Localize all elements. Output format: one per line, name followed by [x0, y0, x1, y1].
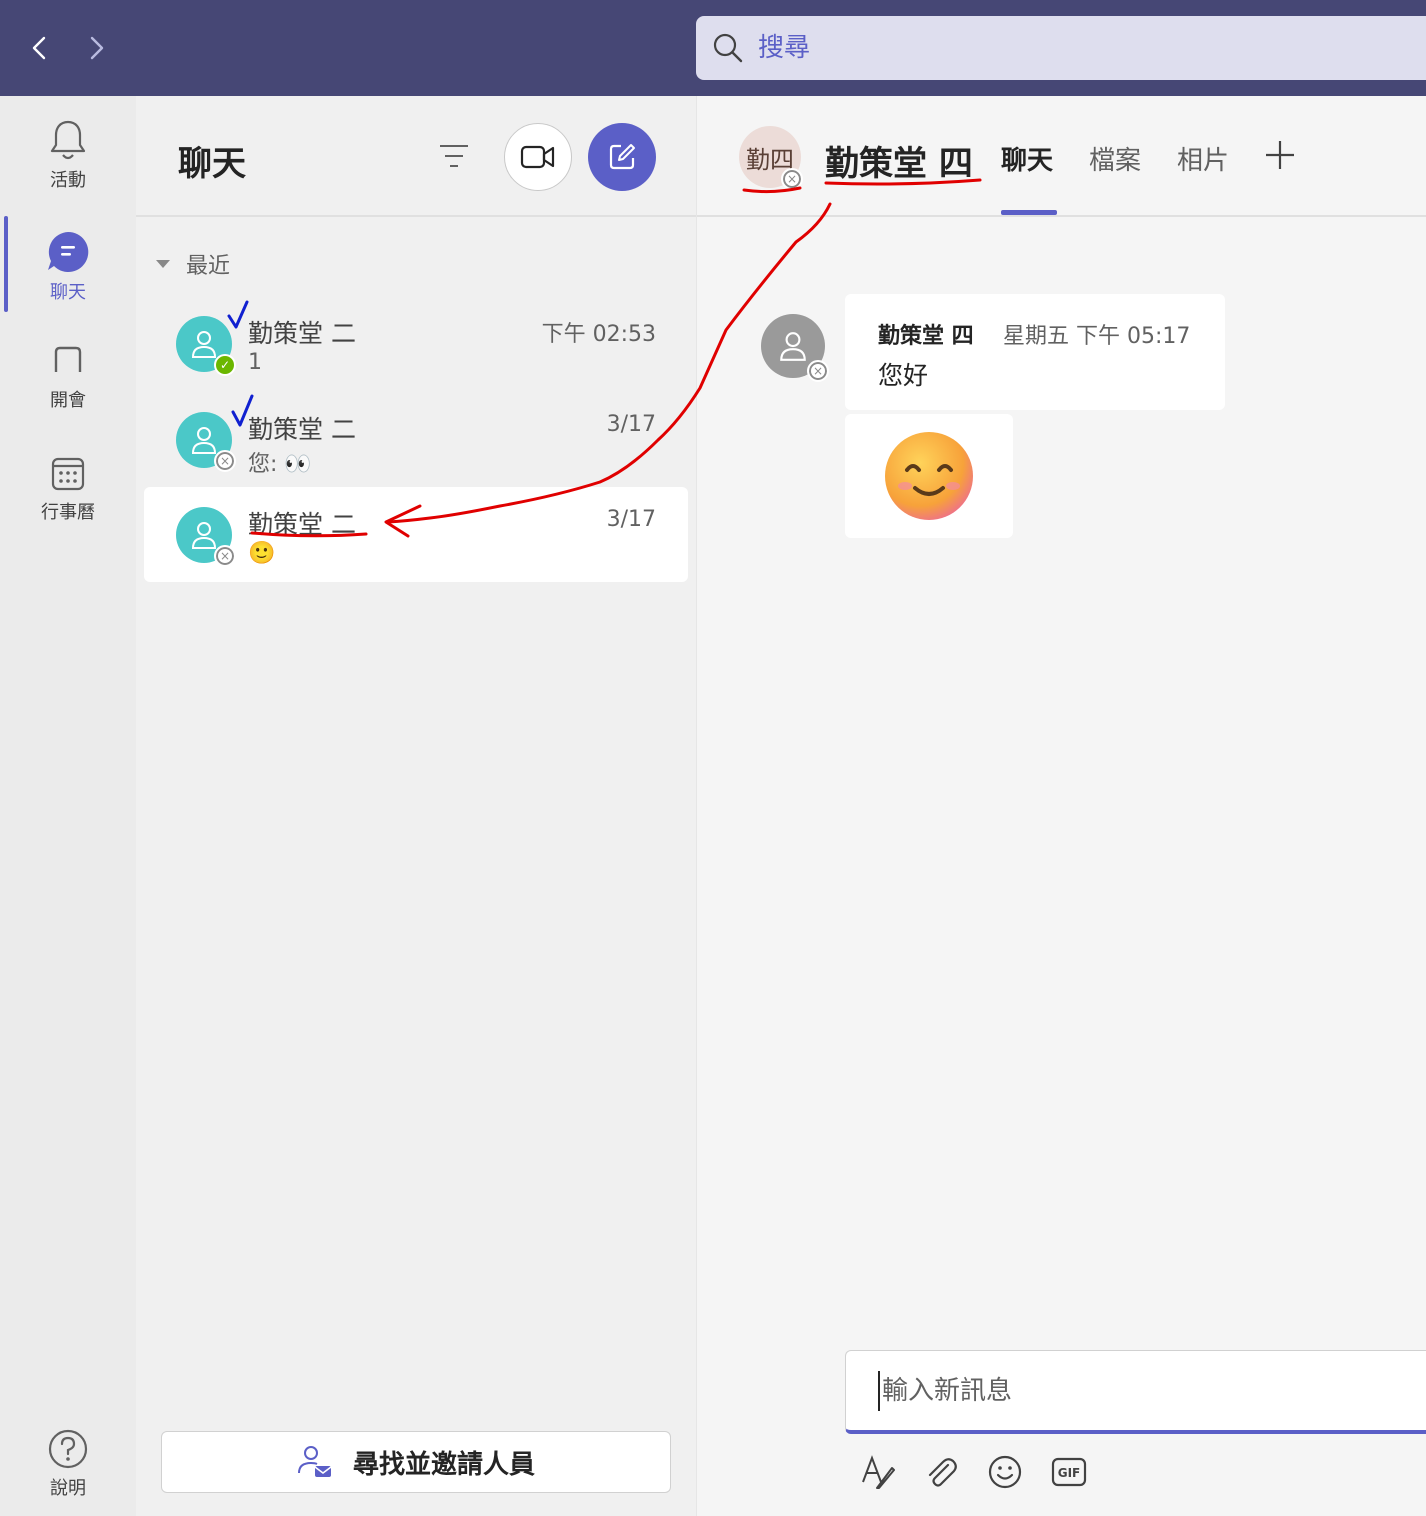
chat-time: 下午 02:53: [541, 322, 656, 347]
invite-people-button[interactable]: 尋找並邀請人員: [161, 1431, 671, 1493]
status-offline-icon: ×: [781, 168, 803, 190]
emoji-button[interactable]: [985, 1452, 1025, 1492]
svg-text:GIF: GIF: [1058, 1466, 1081, 1480]
paperclip-icon: [928, 1458, 957, 1487]
meet-now-button[interactable]: [504, 123, 572, 191]
chat-preview: 🙂: [248, 541, 276, 566]
section-label: 最近: [186, 254, 231, 279]
attach-button[interactable]: [921, 1452, 961, 1492]
rail-item-label: 開會: [50, 390, 86, 411]
back-button[interactable]: [20, 28, 60, 68]
search-icon: [713, 33, 743, 63]
person-icon: [191, 331, 217, 358]
format-text-icon: [862, 1455, 895, 1489]
message-sender: 勤策堂 四: [878, 324, 974, 349]
chat-time: 3/17: [606, 507, 656, 532]
search-input[interactable]: [758, 33, 1358, 63]
filter-icon[interactable]: [436, 140, 472, 172]
person-icon: [191, 427, 217, 454]
person-icon: [191, 522, 217, 549]
rail-item-help[interactable]: 說明: [0, 1428, 136, 1500]
status-offline-icon: ×: [807, 360, 829, 382]
add-tab-icon[interactable]: [1263, 138, 1297, 172]
chat-preview: 1: [248, 350, 262, 375]
avatar[interactable]: 勤四 ×: [739, 126, 803, 190]
chat-list-panel: 聊天 最近 ✓ 勤策堂 二 下午 02:53 1 × 勤策堂 二 3/17 您:…: [136, 96, 696, 1516]
rail-item-label: 說明: [50, 1478, 86, 1499]
search-box[interactable]: [696, 16, 1426, 80]
tab-photos[interactable]: 相片: [1177, 140, 1229, 177]
avatar: ×: [176, 412, 236, 472]
compose-icon: [609, 144, 635, 170]
gif-button[interactable]: GIF: [1049, 1452, 1089, 1492]
person-icon: [780, 332, 806, 361]
chat-list-header: 聊天: [136, 96, 696, 217]
avatar: ✓: [176, 316, 236, 376]
invite-person-icon: [297, 1446, 332, 1477]
chevron-left-icon: [32, 36, 46, 60]
chat-name: 勤策堂 二: [248, 510, 356, 539]
message-avatar[interactable]: ×: [761, 314, 829, 382]
message-text: 您好: [878, 361, 929, 390]
rail-item-label: 活動: [50, 170, 86, 191]
conversation-title: 勤策堂 四: [825, 144, 973, 184]
page-title: 聊天: [178, 144, 246, 184]
status-offline-icon: ×: [214, 450, 236, 472]
status-offline-icon: ×: [214, 545, 236, 567]
video-camera-icon: [520, 145, 555, 169]
smiling-face-emoji: [885, 432, 973, 520]
caret-down-icon: [156, 260, 170, 268]
status-available-icon: ✓: [214, 354, 236, 376]
forward-button[interactable]: [76, 28, 116, 68]
rail-item-meeting[interactable]: 開會: [0, 342, 136, 412]
rail-item-label: 行事曆: [41, 502, 95, 523]
message-composer[interactable]: [845, 1350, 1426, 1434]
emoji-icon: [988, 1455, 1022, 1489]
active-tab-indicator: [1001, 210, 1057, 215]
gif-icon: GIF: [1051, 1457, 1087, 1487]
new-chat-button[interactable]: [588, 123, 656, 191]
chat-list-item[interactable]: ✓ 勤策堂 二 下午 02:53 1: [144, 296, 688, 391]
avatar: ×: [176, 507, 236, 567]
chat-name: 勤策堂 二: [248, 319, 356, 348]
tab-files[interactable]: 檔案: [1089, 140, 1141, 177]
help-icon: [48, 1429, 88, 1469]
rail-item-chat[interactable]: 聊天: [0, 230, 136, 304]
app-rail: 活動 聊天 開會 行事曆 說明: [0, 96, 136, 1516]
chat-name: 勤策堂 二: [248, 415, 356, 444]
message-bubble-emoji[interactable]: [845, 414, 1013, 538]
message-input[interactable]: [878, 1371, 1398, 1411]
chat-list-item-selected[interactable]: × 勤策堂 二 3/17 🙂: [144, 487, 688, 582]
chat-preview: 您: 👀: [248, 452, 312, 477]
section-recent[interactable]: 最近: [156, 248, 230, 280]
bell-icon: [50, 120, 86, 160]
chat-time: 3/17: [606, 412, 656, 437]
message-time: 星期五 下午 05:17: [1003, 324, 1191, 349]
rail-item-label: 聊天: [50, 282, 86, 303]
title-bar: [0, 0, 1426, 96]
rail-item-calendar[interactable]: 行事曆: [0, 454, 136, 524]
invite-label: 尋找並邀請人員: [352, 1449, 535, 1480]
chat-list-item[interactable]: × 勤策堂 二 3/17 您: 👀: [144, 392, 688, 487]
conversation-header: 勤四 × 勤策堂 四 聊天 檔案 相片: [697, 96, 1426, 217]
message-bubble[interactable]: 勤策堂 四 星期五 下午 05:17 您好: [845, 294, 1225, 410]
calendar-icon: [51, 457, 85, 491]
meeting-icon: [54, 346, 82, 372]
tab-chat[interactable]: 聊天: [1001, 140, 1053, 177]
chat-icon: [48, 231, 89, 272]
chevron-right-icon: [90, 36, 104, 60]
format-button[interactable]: [857, 1452, 897, 1492]
rail-item-activity[interactable]: 活動: [0, 118, 136, 192]
conversation-pane: 勤四 × 勤策堂 四 聊天 檔案 相片 × 勤策堂 四 星期五 下午 05:17…: [696, 96, 1426, 1516]
